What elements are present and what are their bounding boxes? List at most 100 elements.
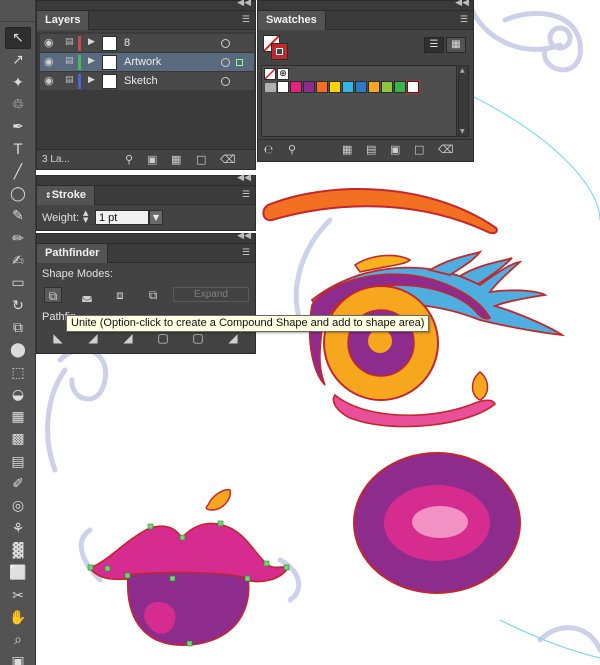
- weight-dropdown[interactable]: ▼: [149, 210, 163, 225]
- collapse-icon[interactable]: ◀◀: [237, 173, 251, 183]
- layer-row[interactable]: ◉ ▤ ▶ Sketch: [40, 72, 254, 91]
- rotate-icon[interactable]: ↻: [5, 295, 31, 317]
- new-sublayer-icon[interactable]: ▦: [171, 153, 181, 166]
- unite-button[interactable]: ⧉: [44, 287, 62, 303]
- slice-icon[interactable]: ✂: [5, 585, 31, 607]
- tab-layers[interactable]: Layers: [37, 11, 90, 30]
- visibility-eye-icon[interactable]: ◉: [44, 55, 54, 68]
- blob-brush-icon[interactable]: ✍: [5, 250, 31, 272]
- stroke-swatch[interactable]: [271, 43, 288, 60]
- target-circle-icon[interactable]: [221, 58, 230, 67]
- ellipse-icon[interactable]: ◯: [5, 183, 31, 205]
- list-view-button[interactable]: ☰: [424, 37, 444, 53]
- color-swatch[interactable]: [277, 81, 289, 93]
- color-swatch[interactable]: [290, 81, 302, 93]
- lower-lid-shape[interactable]: [332, 393, 496, 428]
- pen-icon[interactable]: ✒: [5, 116, 31, 138]
- scale-icon[interactable]: ⧉: [5, 317, 31, 339]
- swatch-options-icon[interactable]: ▤: [366, 143, 376, 156]
- column-graph-icon[interactable]: ▓: [5, 540, 31, 562]
- lips-shape[interactable]: [88, 522, 290, 646]
- swatch-folder-icon[interactable]: [265, 83, 276, 92]
- eraser-icon[interactable]: ▭: [5, 272, 31, 294]
- lasso-icon[interactable]: ♲: [5, 94, 31, 116]
- layer-name[interactable]: 8: [124, 37, 130, 49]
- layer-name[interactable]: Artwork: [124, 56, 161, 68]
- expand-button[interactable]: Expand: [173, 287, 249, 302]
- layers-panel-bar[interactable]: ◀◀: [37, 0, 255, 11]
- paintbrush-icon[interactable]: ✎: [5, 205, 31, 227]
- locate-object-icon[interactable]: ⚲: [125, 153, 133, 166]
- stroke-panel-bar[interactable]: ◀◀: [37, 173, 255, 186]
- collapse-icon[interactable]: ◀◀: [237, 231, 251, 241]
- color-swatch[interactable]: [406, 80, 420, 94]
- visibility-eye-icon[interactable]: ◉: [44, 36, 54, 49]
- clipping-mask-icon[interactable]: ▣: [147, 153, 157, 166]
- pathfinder-panel-bar[interactable]: ◀◀: [37, 231, 255, 244]
- symbol-sprayer-icon[interactable]: ⚘: [5, 518, 31, 540]
- pupil-highlight[interactable]: [368, 329, 392, 353]
- swatch-libraries-icon[interactable]: ℮: [264, 143, 273, 156]
- grid-view-button[interactable]: ▦: [446, 37, 466, 53]
- fill-stroke-indicator[interactable]: [263, 35, 289, 61]
- tools-panel-grip[interactable]: [0, 0, 35, 22]
- delete-swatch-icon[interactable]: ⌫: [438, 143, 454, 156]
- add-to-library-icon[interactable]: ⚲: [288, 143, 296, 156]
- cheek-inner-shape[interactable]: [412, 506, 468, 538]
- intersect-button[interactable]: ⧈: [111, 287, 129, 303]
- weight-stepper[interactable]: ▲ ▼: [83, 210, 93, 225]
- layer-name[interactable]: Sketch: [124, 75, 158, 87]
- eyebrow-shape[interactable]: [262, 188, 498, 235]
- eyedropper-icon[interactable]: ✐: [5, 473, 31, 495]
- perspective-grid-icon[interactable]: ▦: [5, 406, 31, 428]
- delete-layer-icon[interactable]: ⌫: [220, 153, 236, 166]
- target-circle-icon[interactable]: [221, 39, 230, 48]
- selection-arrow-icon[interactable]: ↖: [5, 27, 31, 49]
- color-swatch[interactable]: [368, 81, 380, 93]
- new-color-group-icon[interactable]: ▣: [390, 143, 400, 156]
- target-circle-icon[interactable]: [221, 77, 230, 86]
- width-icon[interactable]: ⬤: [5, 339, 31, 361]
- swatch-registration[interactable]: ⊕: [277, 68, 289, 80]
- type-icon[interactable]: T: [5, 139, 31, 161]
- selection-indicator[interactable]: [236, 59, 243, 66]
- tab-stroke[interactable]: ⇕Stroke: [37, 186, 95, 205]
- magic-wand-icon[interactable]: ✦: [5, 72, 31, 94]
- shape-builder-icon[interactable]: ◒: [5, 384, 31, 406]
- minus-back-button[interactable]: ◢: [224, 330, 242, 346]
- collapse-icon[interactable]: ◀◀: [455, 0, 469, 8]
- mesh-icon[interactable]: ▩: [5, 428, 31, 450]
- color-swatch[interactable]: [394, 81, 406, 93]
- swatches-menu-icon[interactable]: ☰: [460, 15, 468, 25]
- pencil-icon[interactable]: ✏: [5, 228, 31, 250]
- layers-menu-icon[interactable]: ☰: [242, 15, 250, 25]
- line-segment-icon[interactable]: ╱: [5, 161, 31, 183]
- zoom-icon[interactable]: ⌕: [5, 629, 31, 651]
- expand-triangle-icon[interactable]: ▶: [88, 37, 95, 47]
- swatches-scrollbar[interactable]: ▲ ▼: [458, 65, 469, 137]
- free-transform-icon[interactable]: ⬚: [5, 362, 31, 384]
- color-swatch[interactable]: [342, 81, 354, 93]
- color-swatch[interactable]: [316, 81, 328, 93]
- new-layer-icon[interactable]: □: [196, 153, 206, 166]
- outline-button[interactable]: ▢: [189, 330, 207, 346]
- expand-triangle-icon[interactable]: ▶: [88, 75, 95, 85]
- fill-stroke-icon[interactable]: ▣: [5, 651, 31, 665]
- color-swatch[interactable]: [303, 81, 315, 93]
- artboard-icon[interactable]: ⬜: [5, 562, 31, 584]
- tab-pathfinder[interactable]: Pathfinder: [37, 244, 109, 263]
- nose-shape[interactable]: [205, 488, 231, 511]
- blend-icon[interactable]: ◎: [5, 495, 31, 517]
- new-swatch-icon[interactable]: □: [414, 143, 424, 156]
- color-swatch[interactable]: [381, 81, 393, 93]
- merge-button[interactable]: ◢: [119, 330, 137, 346]
- lock-icon[interactable]: ▤: [65, 37, 74, 47]
- minus-front-button[interactable]: ◛: [78, 287, 96, 303]
- visibility-eye-icon[interactable]: ◉: [44, 74, 54, 87]
- crop-button[interactable]: ▢: [154, 330, 172, 346]
- color-swatch[interactable]: [329, 81, 341, 93]
- collapse-icon[interactable]: ◀◀: [237, 0, 251, 8]
- lock-icon[interactable]: ▤: [65, 75, 74, 85]
- pathfinder-menu-icon[interactable]: ☰: [242, 248, 250, 258]
- show-swatch-kinds-icon[interactable]: ▦: [342, 143, 352, 156]
